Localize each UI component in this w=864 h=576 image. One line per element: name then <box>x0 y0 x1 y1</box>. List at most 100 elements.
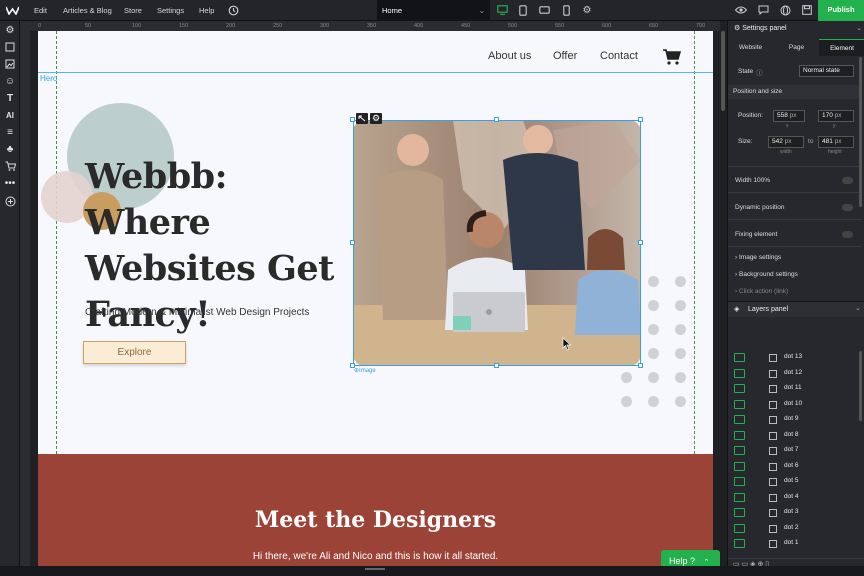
view-settings-gear-icon[interactable]: ⚙ <box>580 3 594 17</box>
settings-gear-icon[interactable]: ⚙ <box>3 23 17 37</box>
tab-page[interactable]: Page <box>774 39 819 56</box>
menu-articles-blog[interactable]: Articles & Blog <box>63 0 112 21</box>
layer-item[interactable]: dot 8 <box>734 429 859 444</box>
nav-contact[interactable]: Contact <box>600 50 638 62</box>
explore-button[interactable]: Explore <box>83 341 186 364</box>
position-label: Position: <box>738 112 763 119</box>
image-icon[interactable] <box>3 57 17 71</box>
checkbox-icon[interactable] <box>769 462 777 471</box>
preview-eye-icon[interactable] <box>734 3 748 17</box>
height-unit: px <box>834 138 842 145</box>
click-action-row[interactable]: › Click action (link) <box>735 288 788 295</box>
layer-item[interactable]: dot 1 <box>734 537 859 551</box>
layer-item[interactable]: dot 10 <box>734 398 859 413</box>
comments-icon[interactable] <box>756 3 770 17</box>
publish-button[interactable]: Publish <box>818 0 864 21</box>
add-circle-icon[interactable] <box>3 194 17 208</box>
tablet-view-icon[interactable] <box>516 3 530 17</box>
checkbox-icon[interactable] <box>769 416 777 424</box>
text-icon[interactable]: T <box>3 91 17 105</box>
move-handle[interactable] <box>356 113 368 124</box>
position-x-input[interactable]: 558 px <box>773 110 805 122</box>
menu-settings[interactable]: Settings <box>157 0 184 21</box>
layer-item[interactable]: dot 3 <box>734 506 859 521</box>
click-action-label: Click action (link) <box>738 288 789 295</box>
nav-about-us[interactable]: About us <box>488 50 531 62</box>
position-x-value: 558 <box>777 112 788 119</box>
history-icon[interactable] <box>226 3 240 17</box>
layer-item[interactable]: dot 13 <box>734 351 859 366</box>
resize-grip[interactable] <box>365 568 385 570</box>
help-circle-icon[interactable]: ⓘ <box>756 67 763 77</box>
layer-item[interactable]: dot 4 <box>734 491 859 506</box>
page-select[interactable]: Home ⌄ <box>377 0 490 21</box>
layer-item[interactable]: dot 6 <box>734 460 859 475</box>
layers-scrollbar[interactable] <box>859 351 862 421</box>
save-icon[interactable] <box>800 3 814 17</box>
resize-handle[interactable] <box>494 363 499 368</box>
apps-icon[interactable]: ♣ <box>3 142 17 156</box>
layer-item[interactable]: dot 11 <box>734 382 859 397</box>
dot <box>675 372 686 383</box>
resize-handle[interactable] <box>350 117 355 122</box>
layer-item[interactable]: dot 7 <box>734 444 859 459</box>
checkbox-icon[interactable] <box>769 540 777 548</box>
logo-icon[interactable] <box>5 3 19 17</box>
position-y-input[interactable]: 170 px <box>818 110 854 122</box>
menu-store[interactable]: Store <box>124 0 142 21</box>
layer-item[interactable]: dot 5 <box>734 475 859 490</box>
ai-icon[interactable]: AI <box>3 108 17 122</box>
element-settings-gear-icon[interactable]: ⚙ <box>370 113 382 124</box>
width-100-toggle[interactable] <box>842 177 853 184</box>
image-settings-row[interactable]: › Image settings <box>735 254 781 261</box>
emoji-icon[interactable]: ☺ <box>3 74 17 88</box>
height-input[interactable]: 481 px <box>818 136 854 148</box>
checkbox-icon[interactable] <box>769 400 777 409</box>
checkbox-icon[interactable] <box>769 431 777 440</box>
layer-item[interactable]: dot 9 <box>734 413 859 428</box>
layer-item[interactable]: dot 12 <box>734 367 859 382</box>
cart-icon[interactable] <box>663 49 682 67</box>
nav-offer[interactable]: Offer <box>553 50 577 62</box>
checkbox-icon[interactable] <box>769 509 777 517</box>
resize-handle[interactable] <box>494 117 499 122</box>
mobile-view-icon[interactable] <box>559 3 573 17</box>
settings-scrollbar[interactable] <box>859 57 862 207</box>
background-settings-row[interactable]: › Background settings <box>735 271 798 278</box>
tablet-landscape-view-icon[interactable] <box>537 3 551 17</box>
menu-help[interactable]: Help <box>199 0 214 21</box>
canvas-scrollbar[interactable] <box>721 31 725 111</box>
collapse-chevron-icon[interactable]: ⌄ <box>856 24 862 32</box>
width-input[interactable]: 542 px <box>768 136 804 148</box>
resize-handle[interactable] <box>638 240 643 245</box>
dynamic-position-toggle[interactable] <box>842 204 853 211</box>
checkbox-icon[interactable] <box>769 385 777 393</box>
desktop-view-icon[interactable] <box>495 3 509 17</box>
layer-name: dot 6 <box>784 461 799 469</box>
image-settings-label: Image settings <box>738 254 782 261</box>
resize-handle[interactable] <box>638 117 643 122</box>
layer-item[interactable]: dot 2 <box>734 522 859 537</box>
state-select[interactable]: Normal state <box>799 65 854 77</box>
menu-lines-icon[interactable]: ≡ <box>3 125 17 139</box>
checkbox-icon[interactable] <box>769 369 777 378</box>
globe-icon[interactable] <box>778 3 792 17</box>
settings-panel-header[interactable]: ⚙ Settings panel <box>734 24 787 32</box>
resize-handle[interactable] <box>638 363 643 368</box>
cart-icon[interactable] <box>3 159 17 173</box>
menu-edit[interactable]: Edit <box>34 0 47 21</box>
fixing-element-toggle[interactable] <box>842 231 853 238</box>
checkbox-icon[interactable] <box>769 354 777 362</box>
layers-panel-header[interactable]: ◈ Layers panel ⌄ <box>728 301 864 317</box>
more-dots-icon[interactable]: ••• <box>3 176 17 190</box>
position-size-header[interactable]: Position and size <box>728 85 862 99</box>
section-icon[interactable] <box>3 40 17 54</box>
checkbox-icon[interactable] <box>769 493 777 502</box>
checkbox-icon[interactable] <box>769 478 777 486</box>
resize-handle[interactable] <box>350 240 355 245</box>
tab-website[interactable]: Website <box>728 39 773 56</box>
checkbox-icon[interactable] <box>769 524 777 533</box>
tab-element[interactable]: Element <box>819 39 864 56</box>
dot <box>648 396 659 407</box>
checkbox-icon[interactable] <box>769 447 777 455</box>
